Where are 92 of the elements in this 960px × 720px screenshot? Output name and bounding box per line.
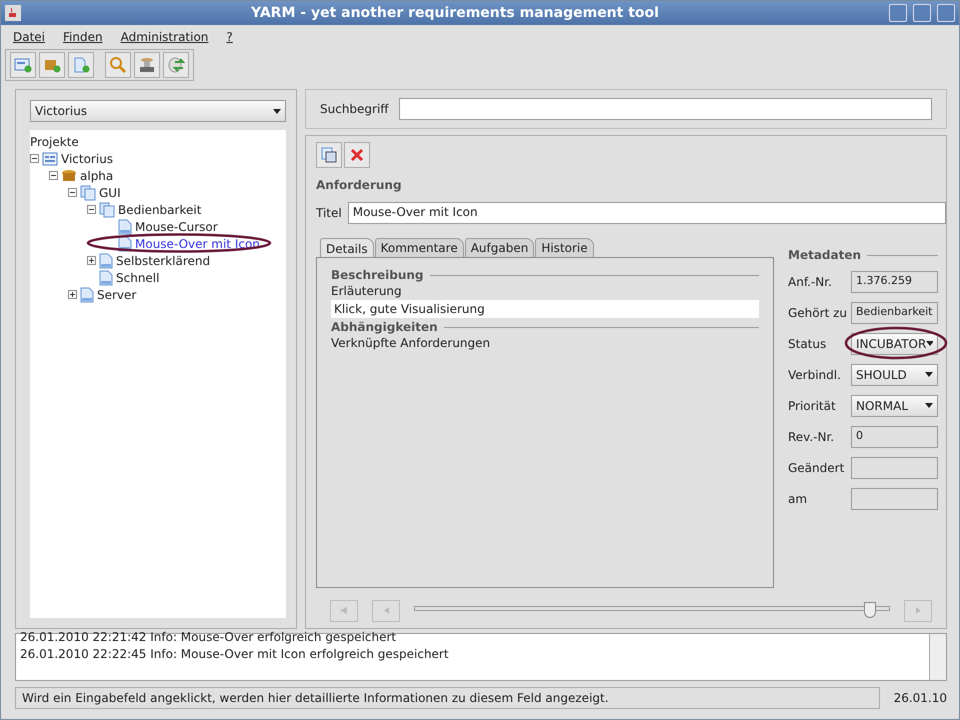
toolbar-button[interactable] xyxy=(10,52,36,78)
collapse-toggle-icon[interactable] xyxy=(49,171,58,180)
tree-item[interactable]: GUI xyxy=(99,186,121,200)
window-icon xyxy=(42,152,58,166)
search-icon xyxy=(109,56,127,74)
maximize-button[interactable] xyxy=(913,4,931,22)
toolbar-button[interactable] xyxy=(68,52,94,78)
description-field[interactable]: Klick, gute Visualisierung xyxy=(331,300,759,318)
tab[interactable]: Aufgaben xyxy=(464,238,534,257)
tab[interactable]: Historie xyxy=(535,238,594,257)
scrollbar[interactable] xyxy=(929,634,946,680)
refresh-icon xyxy=(167,56,185,74)
tree-item[interactable]: Selbsterklärend xyxy=(116,254,210,268)
documents-icon xyxy=(99,202,115,218)
menu-item[interactable]: Finden xyxy=(63,30,103,44)
add-document-icon xyxy=(72,57,90,73)
tree-item[interactable]: Server xyxy=(97,288,136,302)
project-dropdown[interactable]: Victorius xyxy=(30,100,286,122)
tree-item[interactable]: Schnell xyxy=(116,270,160,284)
box-icon xyxy=(61,168,77,182)
field-label: Erläuterung xyxy=(331,284,403,298)
toolbar-button[interactable] xyxy=(134,52,160,78)
first-icon xyxy=(341,607,347,614)
tab[interactable]: Kommentare xyxy=(374,238,464,257)
log-line: 26.01.2010 22:22:45 Info: Mouse-Over mit Icon erfolgreich gespeichert xyxy=(20,647,450,663)
tree-item[interactable]: Victorius xyxy=(61,152,114,166)
menu-item[interactable]: Datei xyxy=(13,30,46,44)
field-label: Verbindl. xyxy=(788,368,841,382)
delete-button[interactable] xyxy=(344,142,370,168)
field-label: Verknüpfte Anforderungen xyxy=(331,336,492,350)
caret-icon xyxy=(925,403,933,408)
readonly-field: 0 xyxy=(851,426,938,448)
tab[interactable]: Details xyxy=(320,238,374,258)
title-field[interactable]: Mouse-Over mit Icon xyxy=(348,202,946,224)
next-icon xyxy=(916,607,920,614)
slider-thumb[interactable] xyxy=(864,602,876,618)
tree-item[interactable]: Bedienbarkeit xyxy=(118,202,202,216)
caret-icon xyxy=(925,372,933,377)
collapse-toggle-icon[interactable] xyxy=(68,188,77,197)
field-label: Gehört zu xyxy=(788,306,847,320)
save-icon xyxy=(321,147,337,163)
search-field[interactable] xyxy=(398,98,932,120)
field-label: Anf.-Nr. xyxy=(788,274,832,288)
field-label: Rev.-Nr. xyxy=(788,430,834,444)
caret-icon xyxy=(926,341,933,346)
status-message: Wird ein Eingabefeld angeklickt, werden hier detaillierte Informationen zu diesem Feld angezeigt. xyxy=(15,687,880,709)
document-icon xyxy=(80,286,94,302)
add-window-icon xyxy=(14,57,32,73)
readonly-field: 1.376.259 xyxy=(851,270,938,292)
window-title: YARM - yet another requirements management tool xyxy=(250,5,660,21)
database-icon xyxy=(138,56,156,74)
menu-item[interactable]: Administration xyxy=(120,30,208,44)
save-button[interactable] xyxy=(316,142,342,168)
dropdown[interactable]: SHOULD xyxy=(851,364,938,386)
documents-icon xyxy=(80,184,96,200)
minimize-button[interactable] xyxy=(889,4,907,22)
status-date: 26.01.10 xyxy=(894,691,947,705)
document-icon xyxy=(118,218,132,234)
java-cup-icon xyxy=(5,5,21,21)
add-box-icon xyxy=(43,57,61,73)
section-heading: Metadaten xyxy=(788,248,862,262)
tree-root: Projekte xyxy=(30,134,79,148)
document-icon xyxy=(99,270,113,286)
field-label: Priorität xyxy=(788,398,836,412)
tree-item[interactable]: Mouse-Cursor xyxy=(135,220,218,234)
tree-item[interactable]: alpha xyxy=(80,168,114,182)
readonly-field: Bedienbarkeit xyxy=(851,302,938,324)
toolbar-button[interactable] xyxy=(105,52,131,78)
toolbar-button[interactable] xyxy=(39,52,65,78)
section-heading: Anforderung xyxy=(316,178,403,192)
title-label: Titel xyxy=(316,206,342,220)
close-icon xyxy=(350,148,364,162)
previous-icon xyxy=(384,607,388,614)
field-label: Status xyxy=(788,336,826,350)
field-label: am xyxy=(788,492,808,506)
section-heading: Abhängigkeiten xyxy=(331,320,438,334)
history-slider[interactable] xyxy=(414,602,890,620)
expand-toggle-icon[interactable] xyxy=(87,256,96,265)
section-heading: Beschreibung xyxy=(331,268,424,282)
log-line: 26.01.2010 22:21:42 Info: Mouse-Over erfolgreich gespeichert xyxy=(20,630,398,646)
caret-icon xyxy=(273,108,281,114)
close-button[interactable] xyxy=(937,4,955,22)
field-label: Geändert xyxy=(788,460,844,474)
toolbar-button[interactable] xyxy=(163,52,189,78)
dropdown[interactable]: INCUBATOR xyxy=(851,332,938,354)
collapse-toggle-icon[interactable] xyxy=(30,154,39,163)
dropdown[interactable]: NORMAL xyxy=(851,394,938,416)
collapse-toggle-icon[interactable] xyxy=(87,205,96,214)
menu-item[interactable]: ? xyxy=(226,30,233,44)
search-label: Suchbegriff xyxy=(320,102,389,116)
expand-toggle-icon[interactable] xyxy=(68,290,77,299)
document-icon xyxy=(99,252,113,268)
